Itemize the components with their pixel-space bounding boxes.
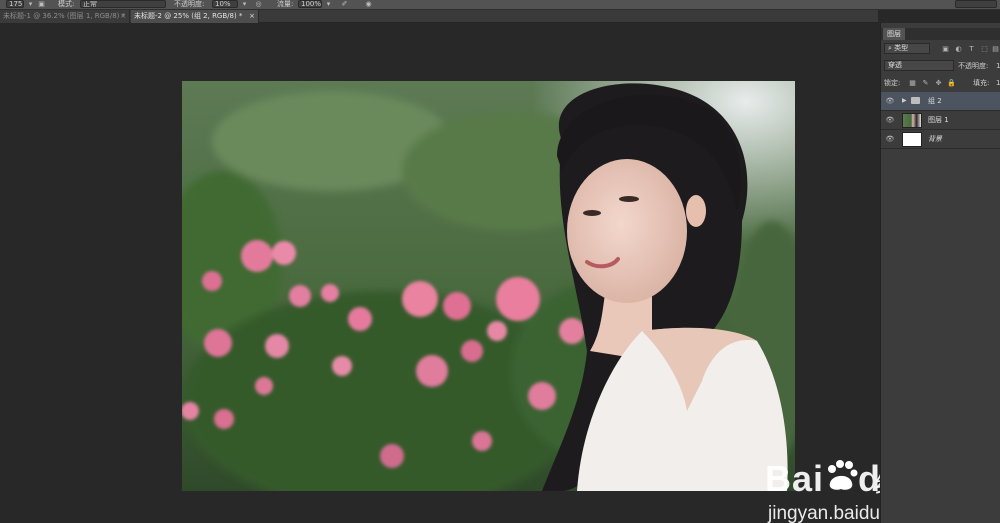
adjustment-filter-icon[interactable]: ◐ bbox=[954, 44, 963, 53]
opacity-label: 不透明度: bbox=[958, 62, 989, 70]
layer-name: 图层 1 bbox=[928, 116, 949, 124]
tab-document-1-label: 未标题-1 @ 36.2% (图层 1, RGB/8) * bbox=[3, 12, 126, 20]
watermark-logo-text: Bai bbox=[765, 458, 825, 499]
pixel-filter-icon[interactable]: ▣ bbox=[941, 44, 950, 53]
panel-header: 图层 bbox=[881, 28, 1000, 40]
layer-row-background[interactable]: 👁 背景 bbox=[881, 130, 1000, 149]
flow-label: 流量: bbox=[277, 0, 294, 8]
workspace-select[interactable] bbox=[955, 0, 997, 8]
filter-label: 类型 bbox=[894, 44, 909, 52]
fill-value[interactable]: 1 bbox=[996, 78, 1000, 88]
opacity-dropdown-icon[interactable]: ▾ bbox=[240, 0, 249, 8]
airbrush-icon[interactable]: ✐ bbox=[340, 0, 349, 8]
pressure-opacity-icon[interactable]: ◎ bbox=[254, 0, 263, 8]
layers-panel: 图层 ⌕ 类型 ▣ ◐ T ⬚ ▤ 穿透 不透明度: 1 锁定: ▦ ✎ ✥ 🔒… bbox=[880, 23, 1000, 523]
layer-name: 背景 bbox=[928, 135, 942, 143]
folder-icon bbox=[911, 97, 920, 104]
mode-value: 正常 bbox=[83, 0, 97, 8]
eye-icon[interactable]: 👁 bbox=[885, 96, 895, 106]
layer-thumbnail bbox=[902, 132, 922, 147]
close-icon[interactable]: × bbox=[120, 10, 126, 23]
document-canvas-photo[interactable] bbox=[182, 81, 795, 491]
type-filter-icon[interactable]: T bbox=[967, 44, 976, 53]
flow-value: 100% bbox=[301, 0, 322, 8]
opacity-label: 不透明度: bbox=[174, 0, 205, 8]
tab-layers[interactable]: 图层 bbox=[883, 28, 905, 40]
canvas-workspace[interactable]: Baidu 经验 jingyan.baidu.com bbox=[0, 23, 925, 523]
opacity-value[interactable]: 1 bbox=[996, 61, 1000, 71]
eye-icon[interactable]: 👁 bbox=[885, 134, 895, 144]
layer-filter-select[interactable]: ⌕ 类型 bbox=[884, 43, 930, 54]
close-icon[interactable]: × bbox=[249, 10, 255, 23]
lock-fill-row: 锁定: ▦ ✎ ✥ 🔒 填充: 1 bbox=[881, 75, 1000, 91]
tab-document-2-label: 未标题-2 @ 25% (组 2, RGB/8) * bbox=[134, 12, 243, 20]
tab-document-2[interactable]: 未标题-2 @ 25% (组 2, RGB/8) * × bbox=[131, 10, 259, 23]
layer-filter-row: ⌕ 类型 ▣ ◐ T ⬚ ▤ bbox=[881, 41, 1000, 57]
blend-mode-select[interactable]: 穿透 bbox=[884, 60, 954, 71]
opacity-field[interactable]: 10% bbox=[212, 0, 238, 8]
expand-arrow-icon[interactable]: ▶ bbox=[902, 97, 907, 104]
paw-icon bbox=[824, 459, 858, 490]
mode-label: 模式: bbox=[58, 0, 75, 8]
blend-opacity-row: 穿透 不透明度: 1 bbox=[881, 58, 1000, 74]
portrait-photo bbox=[182, 81, 795, 491]
brush-panel-icon[interactable]: ▾ bbox=[26, 0, 35, 8]
blend-mode-value: 穿透 bbox=[888, 61, 902, 69]
shape-filter-icon[interactable]: ⬚ bbox=[980, 44, 989, 53]
options-bar: 175 ▾ ▣ 模式: 正常 不透明度: 10% ▾ ◎ 流量: 100% ▾ … bbox=[0, 0, 1000, 10]
layer-name: 组 2 bbox=[928, 97, 942, 105]
flow-field[interactable]: 100% bbox=[298, 0, 322, 8]
tab-document-1[interactable]: 未标题-1 @ 36.2% (图层 1, RGB/8) * × bbox=[0, 10, 130, 23]
lock-image-icon[interactable]: ✎ bbox=[921, 78, 930, 87]
mode-select[interactable]: 正常 bbox=[80, 0, 166, 8]
layer-row-layer-1[interactable]: 👁 图层 1 bbox=[881, 111, 1000, 130]
lock-position-icon[interactable]: ✥ bbox=[934, 78, 943, 87]
pressure-size-icon[interactable]: ◉ bbox=[364, 0, 373, 8]
flow-dropdown-icon[interactable]: ▾ bbox=[324, 0, 333, 8]
document-tab-bar: 未标题-1 @ 36.2% (图层 1, RGB/8) * × 未标题-2 @ … bbox=[0, 10, 878, 23]
smart-filter-icon[interactable]: ▤ bbox=[991, 44, 1000, 53]
brush-icon[interactable]: ▣ bbox=[37, 0, 46, 8]
fill-label: 填充: bbox=[973, 79, 990, 87]
brush-size-field[interactable]: 175 bbox=[6, 0, 24, 8]
lock-label: 锁定: bbox=[884, 79, 901, 87]
opacity-value: 10% bbox=[215, 0, 231, 8]
eye-icon[interactable]: 👁 bbox=[885, 115, 895, 125]
layer-thumbnail bbox=[902, 113, 922, 128]
lock-icon[interactable]: 🔒 bbox=[947, 78, 956, 87]
layer-row-group-2[interactable]: 👁 ▶ 组 2 bbox=[881, 92, 1000, 111]
lock-transparent-icon[interactable]: ▦ bbox=[908, 78, 917, 87]
brush-size-value: 175 bbox=[9, 0, 23, 8]
